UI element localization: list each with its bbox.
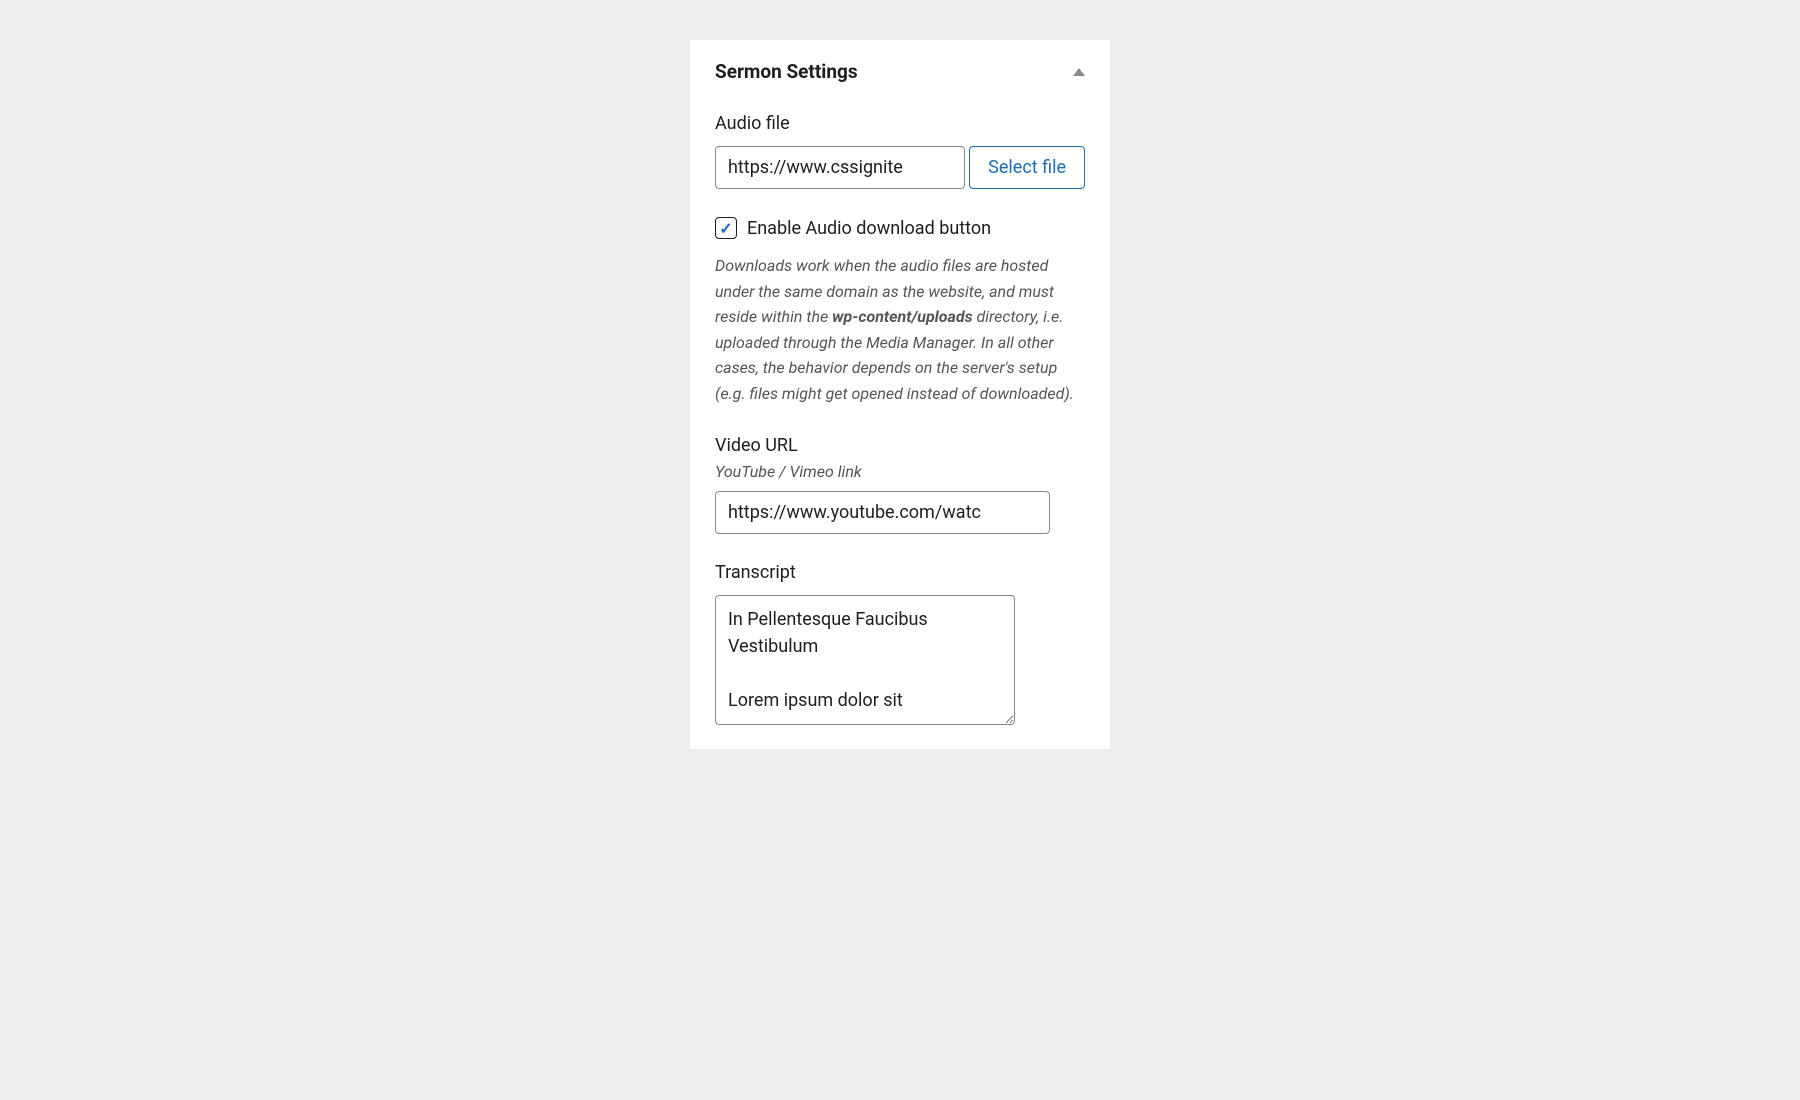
enable-download-checkbox[interactable]: ✓	[715, 217, 737, 239]
audio-file-input[interactable]	[715, 146, 965, 189]
transcript-label: Transcript	[715, 562, 1085, 583]
select-file-button[interactable]: Select file	[969, 146, 1085, 189]
download-help-text: Downloads work when the audio files are …	[715, 253, 1085, 407]
collapse-up-icon[interactable]	[1073, 68, 1085, 76]
transcript-wrapper	[715, 595, 1015, 729]
enable-download-label: Enable Audio download button	[747, 218, 991, 239]
video-url-sublabel: YouTube / Vimeo link	[715, 462, 1085, 481]
panel-title: Sermon Settings	[715, 60, 858, 83]
video-url-label: Video URL	[715, 435, 1085, 456]
audio-input-row: Select file	[715, 146, 1085, 189]
panel-header[interactable]: Sermon Settings	[715, 60, 1085, 83]
transcript-textarea[interactable]	[715, 595, 1015, 725]
help-text-bold: wp-content/uploads	[832, 307, 972, 326]
video-url-group: Video URL YouTube / Vimeo link	[715, 435, 1085, 534]
download-group: ✓ Enable Audio download button Downloads…	[715, 217, 1085, 407]
video-url-input[interactable]	[715, 491, 1050, 534]
audio-file-label: Audio file	[715, 113, 1085, 134]
check-icon: ✓	[719, 219, 732, 238]
transcript-group: Transcript	[715, 562, 1085, 729]
enable-download-row: ✓ Enable Audio download button	[715, 217, 1085, 239]
sermon-settings-panel: Sermon Settings Audio file Select file ✓…	[690, 40, 1110, 749]
audio-file-group: Audio file Select file	[715, 113, 1085, 189]
